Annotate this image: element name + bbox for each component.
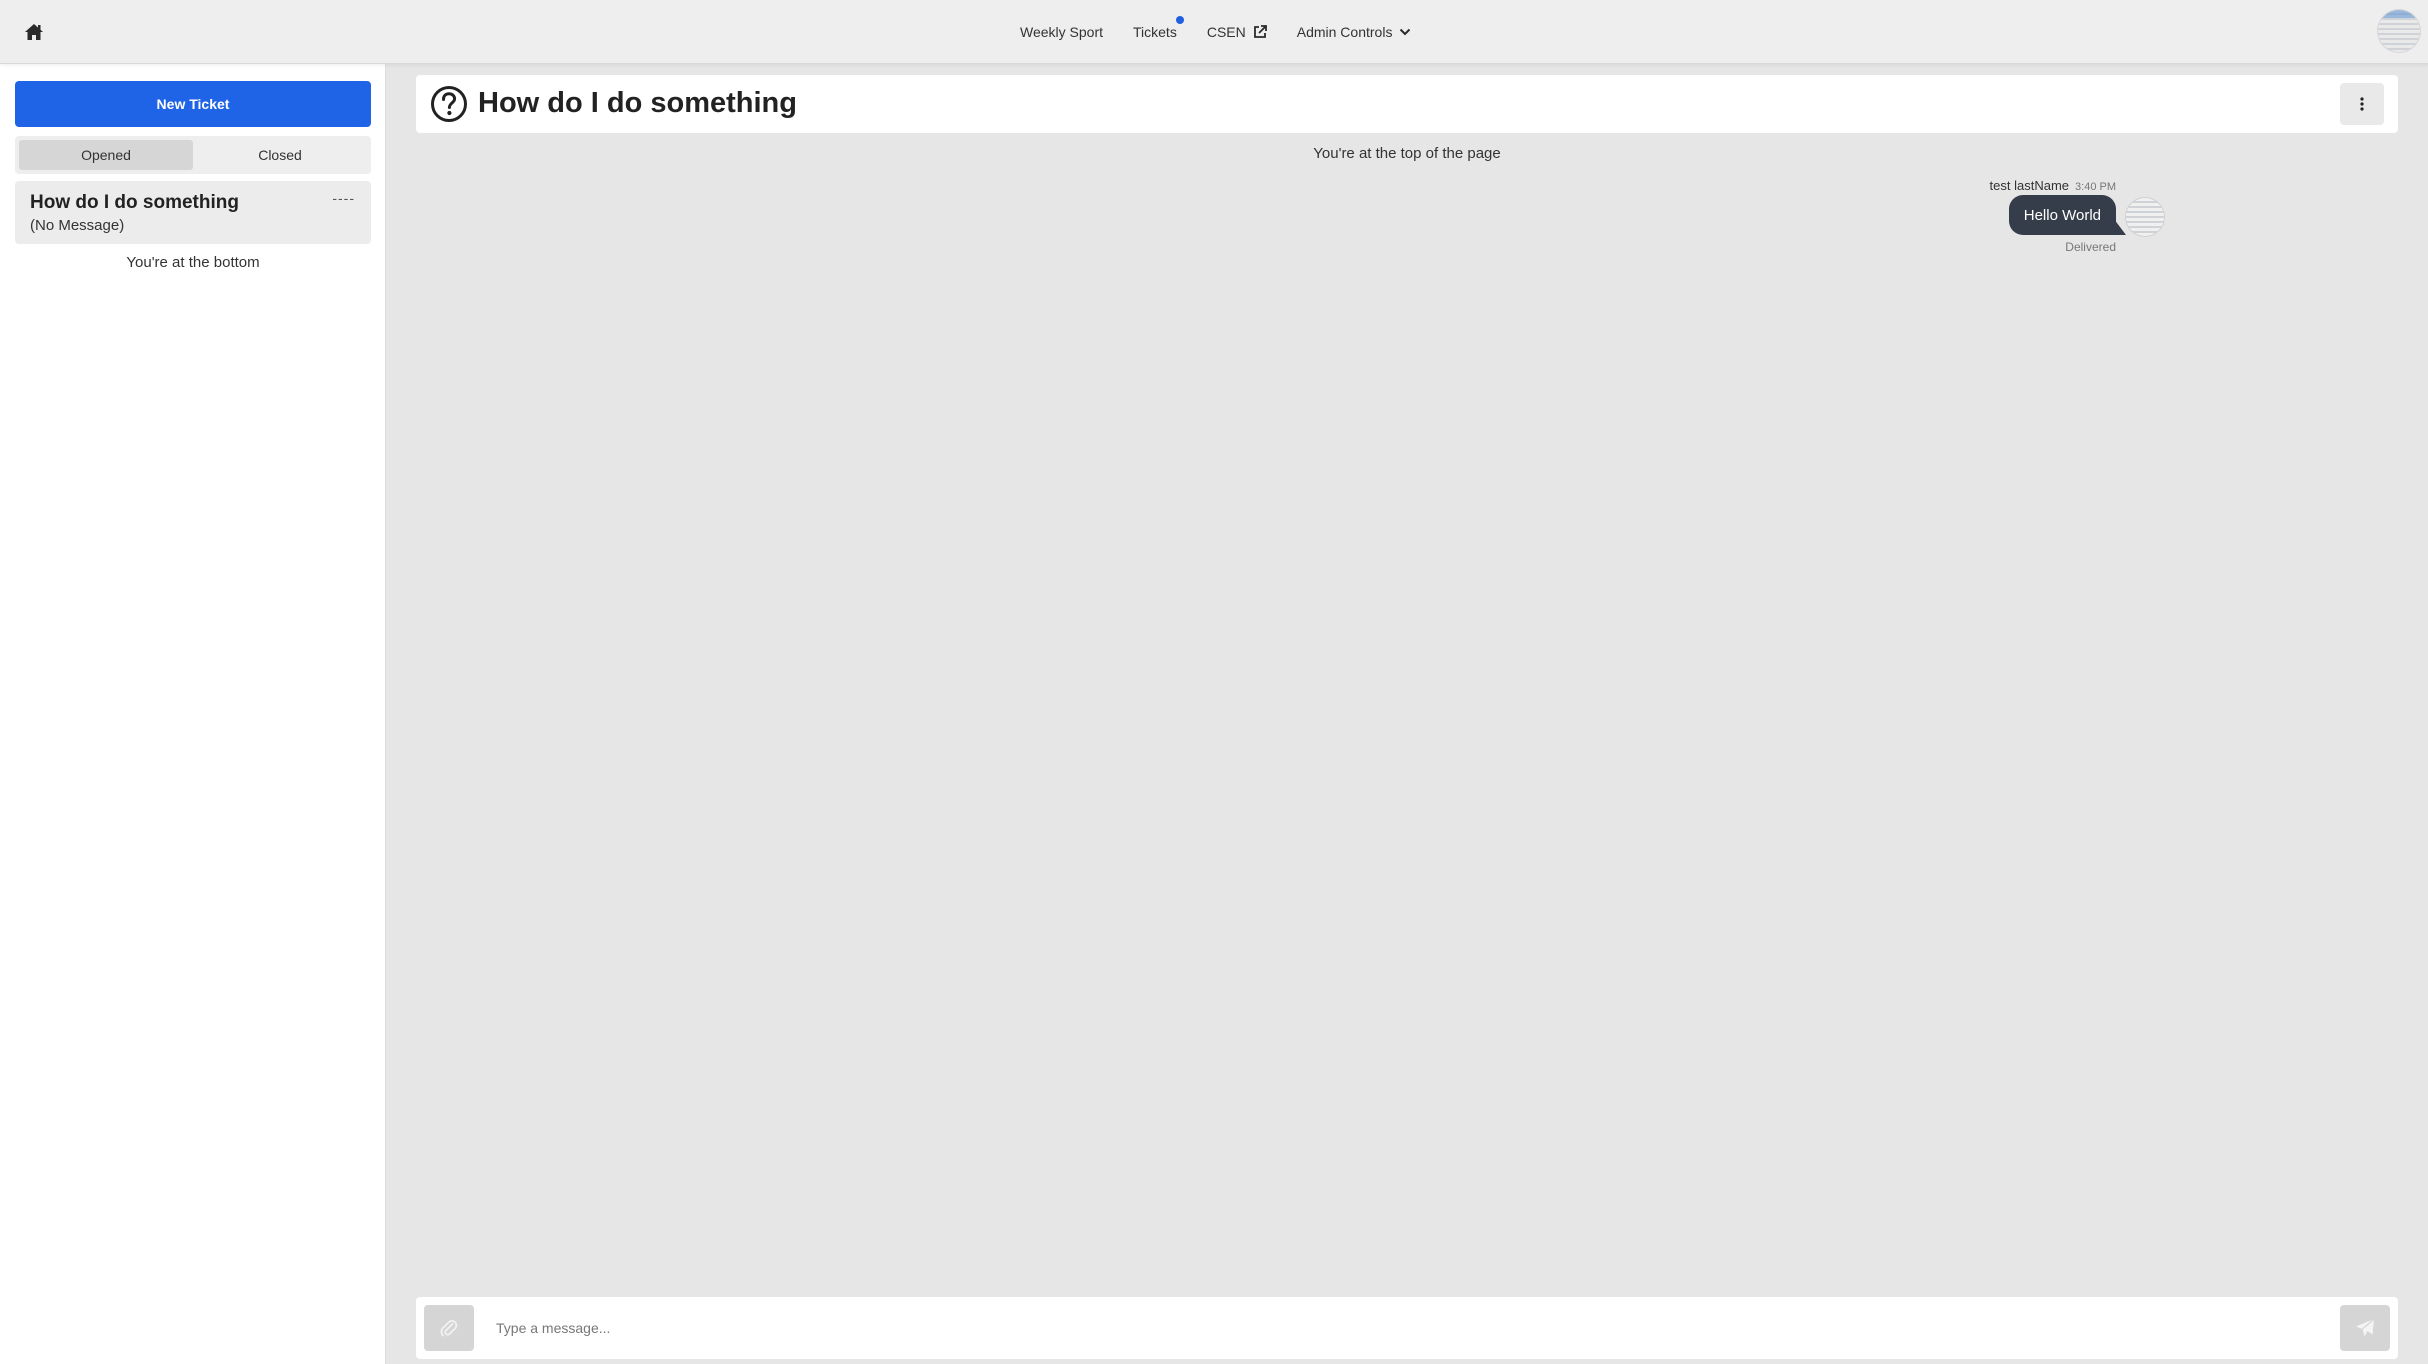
attach-button[interactable] — [424, 1305, 474, 1351]
nav-csen-label: CSEN — [1206, 24, 1246, 40]
message-composer — [416, 1297, 2398, 1359]
new-ticket-button[interactable]: New Ticket — [15, 81, 371, 127]
ticket-list-item[interactable]: How do I do something (No Message) ---- — [15, 181, 371, 244]
nav-admin-controls[interactable]: Admin Controls — [1297, 24, 1412, 40]
top-navbar: Weekly Sport Tickets CSEN Admin Controls — [0, 0, 2428, 64]
ticket-title: How do I do something — [30, 192, 239, 213]
main-nav: Weekly Sport Tickets CSEN Admin Controls — [1020, 0, 1411, 64]
chat-header: How do I do something — [416, 75, 2398, 133]
more-options-button[interactable] — [2340, 83, 2384, 125]
nav-weekly-sport[interactable]: Weekly Sport — [1020, 24, 1103, 40]
message-bubble-tail — [2114, 219, 2126, 235]
ticket-sidebar: New Ticket Opened Closed How do I do som… — [0, 64, 386, 1364]
nav-admin-controls-label: Admin Controls — [1296, 24, 1393, 40]
filter-closed-button[interactable]: Closed — [193, 140, 367, 170]
notification-dot — [1175, 16, 1184, 24]
chevron-down-icon — [1400, 28, 1411, 36]
nav-weekly-sport-label: Weekly Sport — [1020, 24, 1103, 40]
send-icon — [2356, 1318, 2375, 1337]
ticket-preview: (No Message) — [30, 217, 125, 234]
nav-tickets[interactable]: Tickets — [1133, 16, 1184, 40]
ticket-time: ---- — [332, 190, 355, 206]
message-meta: test lastName 3:40 PM — [1990, 178, 2116, 193]
message-sender: test lastName — [1989, 178, 2070, 193]
message-text: Hello World — [2023, 206, 2101, 224]
user-avatar[interactable] — [2378, 10, 2420, 52]
ticket-filter-toggle: Opened Closed — [15, 136, 371, 174]
external-link-icon — [1253, 25, 1267, 38]
kebab-icon — [2360, 97, 2364, 111]
send-button[interactable] — [2340, 1305, 2390, 1351]
question-circle-icon — [431, 86, 467, 122]
list-end-note: You're at the bottom — [126, 254, 260, 271]
paperclip-icon — [440, 1319, 458, 1337]
nav-tickets-label: Tickets — [1133, 24, 1177, 40]
message-avatar — [2126, 198, 2164, 236]
nav-csen[interactable]: CSEN — [1207, 24, 1267, 40]
message-status: Delivered — [2065, 240, 2116, 254]
chat-title: How do I do something — [478, 87, 797, 119]
message-bubble[interactable]: Hello World — [2008, 195, 2116, 235]
message-input[interactable] — [496, 1309, 2296, 1347]
message-time: 3:40 PM — [2075, 181, 2116, 193]
history-top-note: You're at the top of the page — [1313, 145, 1501, 162]
home-icon[interactable] — [20, 18, 48, 46]
filter-opened-button[interactable]: Opened — [19, 140, 193, 170]
